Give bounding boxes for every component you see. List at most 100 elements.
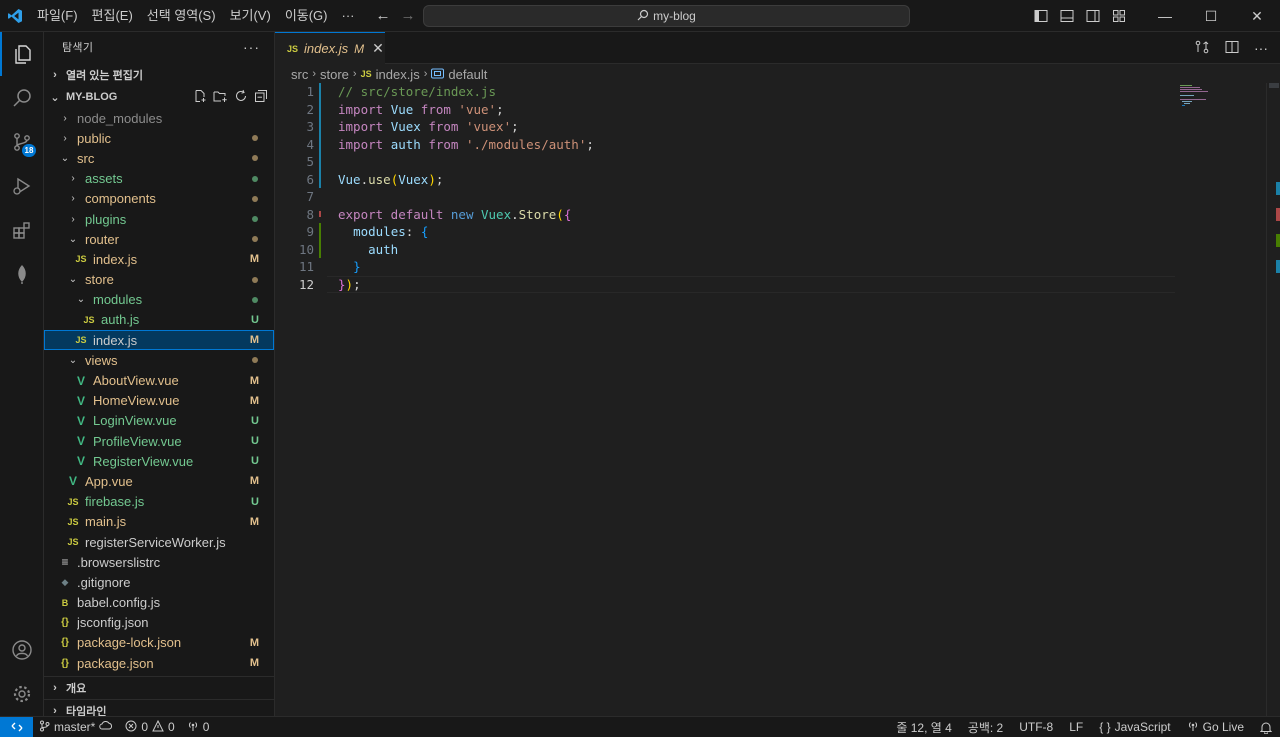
tree-item-label: AboutView.vue <box>93 373 179 389</box>
remote-indicator-icon[interactable] <box>0 716 33 737</box>
tree-item[interactable]: V RegisterView.vue U <box>44 451 274 471</box>
tree-item[interactable]: › plugins <box>44 209 274 229</box>
notifications-bell-icon[interactable] <box>1252 721 1280 734</box>
extensions-icon[interactable] <box>0 208 44 252</box>
outline-section[interactable]: › 개요 <box>44 677 274 699</box>
toggle-primary-sidebar-icon[interactable] <box>1028 0 1054 32</box>
menu-go[interactable]: 이동(G) <box>278 0 335 32</box>
go-live-button[interactable]: Go Live <box>1179 720 1252 735</box>
diff-deleted-marker[interactable] <box>319 211 321 217</box>
minimap[interactable] <box>1175 83 1265 113</box>
tree-item[interactable]: › components <box>44 189 274 209</box>
run-debug-icon[interactable] <box>0 164 44 208</box>
accounts-icon[interactable] <box>0 628 44 672</box>
git-branch[interactable]: master* <box>33 720 119 735</box>
collapse-all-icon[interactable] <box>254 89 268 106</box>
end-of-line[interactable]: LF <box>1061 720 1091 734</box>
command-center-search[interactable]: my-blog <box>423 5 910 27</box>
tab-index-js[interactable]: JS index.js M ✕ <box>275 32 385 64</box>
problems-indicator[interactable]: 0 0 <box>119 719 180 735</box>
tree-item[interactable]: JS index.js M <box>44 330 274 351</box>
tree-item[interactable]: Bbabel.config.js <box>44 593 274 613</box>
maximize-icon[interactable]: ☐ <box>1188 0 1234 32</box>
toggle-panel-icon[interactable] <box>1054 0 1080 32</box>
tree-item[interactable]: JS main.js M <box>44 512 274 532</box>
customize-layout-icon[interactable] <box>1106 0 1132 32</box>
menu-file[interactable]: 파일(F) <box>30 0 85 32</box>
tab-modified-status: M <box>354 41 365 56</box>
mongodb-leaf-icon[interactable] <box>0 252 44 296</box>
tree-item[interactable]: ⌄ store <box>44 270 274 290</box>
toggle-secondary-sidebar-icon[interactable] <box>1080 0 1106 32</box>
menu-more[interactable]: ··· <box>335 0 362 32</box>
tree-item[interactable]: {} package-lock.json M <box>44 633 274 653</box>
tree-item[interactable]: V AboutView.vue M <box>44 370 274 390</box>
tree-item-label: RegisterView.vue <box>93 453 194 469</box>
tab-close-icon[interactable]: ✕ <box>372 40 384 57</box>
editor-more-icon[interactable]: ··· <box>1254 40 1268 56</box>
explorer-more-icon[interactable]: ··· <box>243 39 260 55</box>
open-changes-icon[interactable] <box>1194 39 1210 58</box>
code-text: import Vue from 'vue'; <box>338 101 504 119</box>
indentation[interactable]: 공백: 2 <box>960 719 1011 736</box>
code-token: from <box>420 136 466 152</box>
git-status-badge: M <box>249 334 259 347</box>
minimize-icon[interactable]: — <box>1142 0 1188 32</box>
tree-item[interactable]: V App.vue M <box>44 471 274 491</box>
explorer-icon[interactable] <box>0 32 44 76</box>
code-line: 7 <box>275 188 1280 206</box>
tree-item[interactable]: ⌄ router <box>44 229 274 249</box>
tree-item[interactable]: › node_modules <box>44 108 274 128</box>
tree-item[interactable]: JS registerServiceWorker.js <box>44 532 274 552</box>
source-control-icon[interactable]: 18 <box>0 120 44 164</box>
tree-item[interactable]: ⌄ modules <box>44 290 274 310</box>
project-section[interactable]: ⌄ MY-BLOG <box>44 86 274 108</box>
open-editors-section[interactable]: › 열려 있는 편집기 <box>44 64 274 86</box>
tree-item[interactable]: › assets <box>44 169 274 189</box>
cursor-position[interactable]: 줄 12, 열 4 <box>888 719 959 736</box>
menu-selection[interactable]: 선택 영역(S) <box>140 0 223 32</box>
tree-item[interactable]: {} jsconfig.json <box>44 613 274 633</box>
tree-item[interactable]: V ProfileView.vue U <box>44 431 274 451</box>
menu-view[interactable]: 보기(V) <box>223 0 278 32</box>
back-arrow-icon[interactable]: ← <box>376 7 391 24</box>
tree-item[interactable]: V LoginView.vue U <box>44 411 274 431</box>
breadcrumb-symbol[interactable]: default <box>448 67 487 82</box>
breadcrumb-src[interactable]: src <box>291 67 308 82</box>
status-bar: master* 0 0 0 줄 12, 열 4 공백: 2 UTF-8 LF {… <box>0 716 1280 737</box>
tree-item[interactable]: JS index.js M <box>44 249 274 269</box>
tree-item[interactable]: {} package.json M <box>44 653 274 673</box>
chevron-right-icon: › <box>312 68 317 80</box>
tree-item[interactable]: JS auth.js U <box>44 310 274 330</box>
sync-icon[interactable] <box>99 720 113 734</box>
timeline-section[interactable]: › 타임라인 <box>44 699 274 716</box>
settings-gear-icon[interactable] <box>0 672 44 716</box>
code-editor[interactable]: 1 // src/store/index.js 2 import Vue from '… <box>275 83 1280 293</box>
tree-item[interactable]: ⌄ src <box>44 148 274 168</box>
code-text: import auth from './modules/auth'; <box>338 136 594 154</box>
menu-edit[interactable]: 편집(E) <box>85 0 140 32</box>
diff-modified-marker[interactable] <box>319 83 321 188</box>
tree-item[interactable]: JS firebase.js U <box>44 492 274 512</box>
new-folder-icon[interactable] <box>213 89 228 106</box>
overview-ruler[interactable] <box>1266 83 1280 716</box>
search-view-icon[interactable] <box>0 76 44 120</box>
explorer-sidebar: 탐색기 ··· › 열려 있는 편집기 ⌄ MY-BLOG › node_modu… <box>44 32 275 716</box>
diff-added-marker[interactable] <box>319 223 321 258</box>
code-token: import <box>338 119 391 134</box>
breadcrumb-store[interactable]: store <box>320 67 349 82</box>
tree-item[interactable]: › public <box>44 128 274 148</box>
refresh-icon[interactable] <box>234 89 248 106</box>
ports-indicator[interactable]: 0 <box>181 720 216 735</box>
close-window-icon[interactable]: ✕ <box>1234 0 1280 32</box>
new-file-icon[interactable] <box>193 89 207 106</box>
tree-item[interactable]: ≡ .browserslistrc <box>44 552 274 572</box>
encoding[interactable]: UTF-8 <box>1011 720 1061 734</box>
tree-item[interactable]: V HomeView.vue M <box>44 391 274 411</box>
tree-item[interactable]: ⌄ views <box>44 350 274 370</box>
breadcrumb-file[interactable]: index.js <box>376 67 420 82</box>
tree-item[interactable]: ◆ .gitignore <box>44 572 274 592</box>
language-mode[interactable]: { } JavaScript <box>1091 720 1178 734</box>
forward-arrow-icon[interactable]: → <box>401 7 416 24</box>
split-editor-icon[interactable] <box>1224 39 1240 58</box>
